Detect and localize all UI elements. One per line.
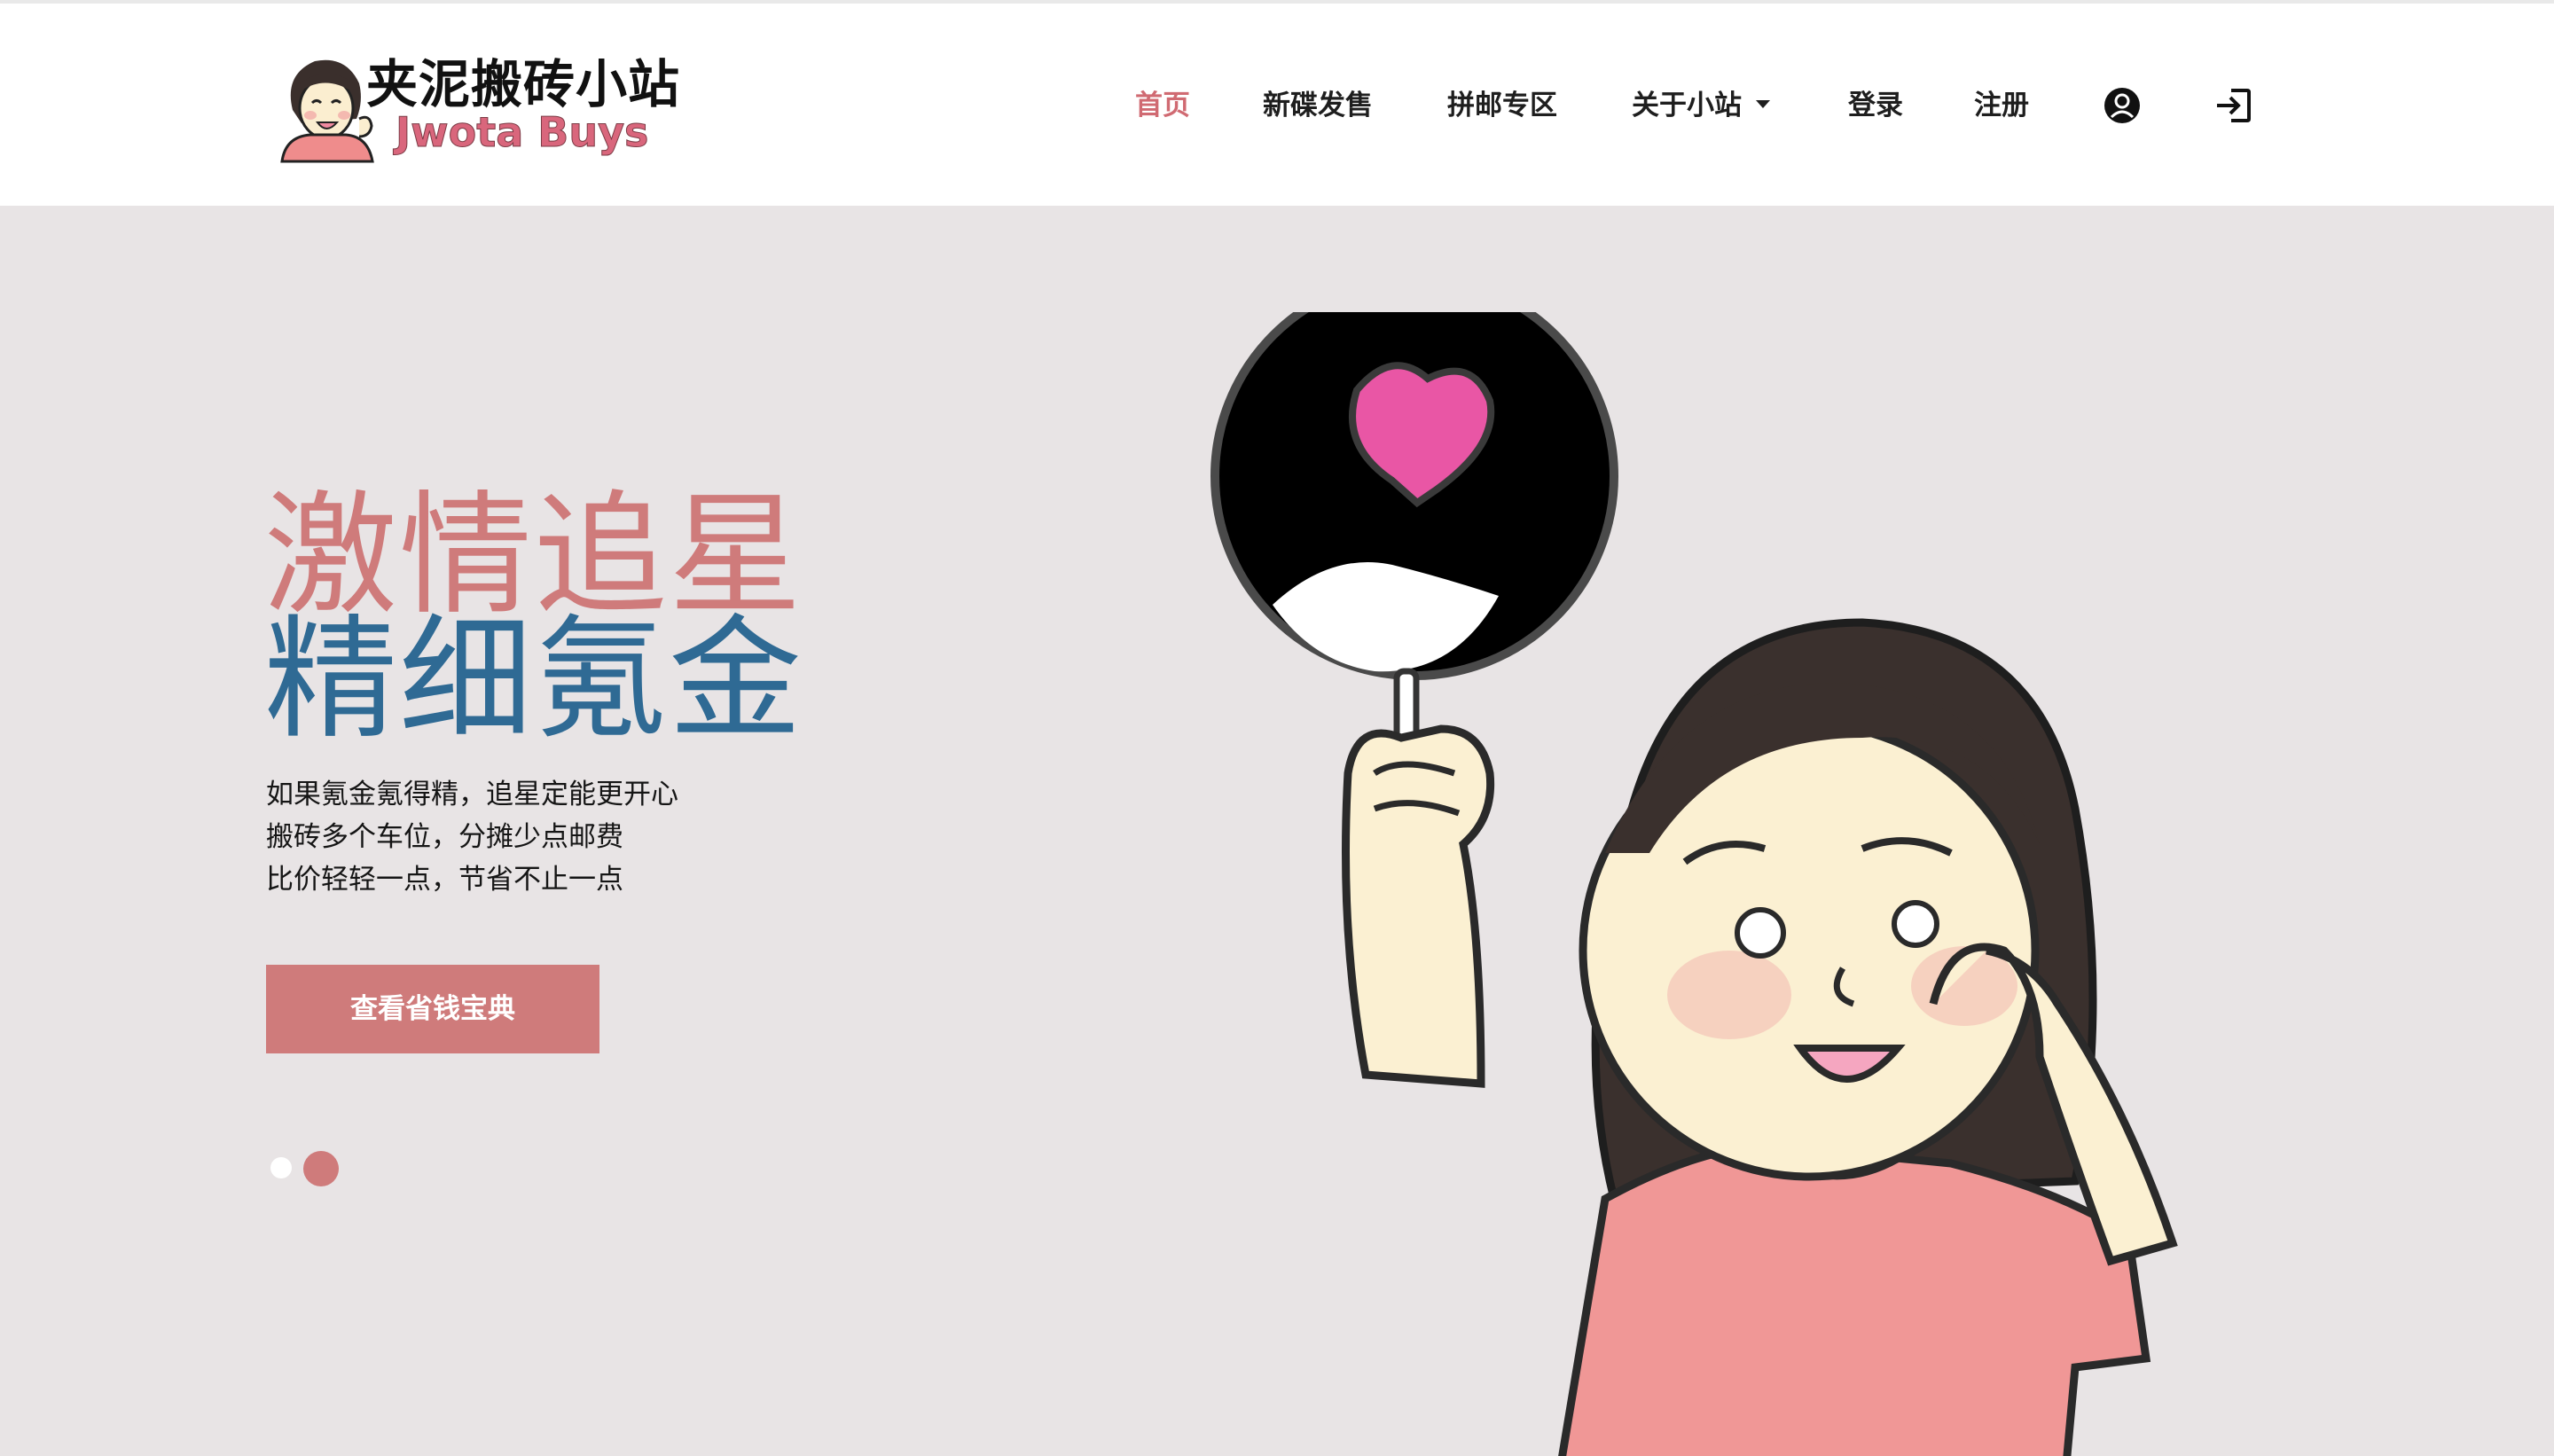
hero-banner: 激情追星 精细氪金 如果氪金氪得精，追星定能更开心 搬砖多个车位，分摊少点邮费 … bbox=[0, 206, 2554, 1456]
hero-illustration-girl-with-fan bbox=[1210, 312, 2178, 1456]
hero-headline-line2: 精细氪金 bbox=[264, 603, 804, 757]
sign-in-icon[interactable] bbox=[2212, 83, 2256, 128]
chevron-down-icon bbox=[1756, 100, 1770, 108]
carousel-dot-1[interactable] bbox=[270, 1157, 292, 1178]
hero-subtext-line: 如果氪金氪得精，追星定能更开心 bbox=[266, 779, 678, 810]
nav-home[interactable]: 首页 bbox=[1135, 83, 1190, 128]
hero-subtext: 如果氪金氪得精，追星定能更开心 搬砖多个车位，分摊少点邮费 比价轻轻一点，节省不… bbox=[266, 773, 678, 901]
nav-register[interactable]: 注册 bbox=[1974, 83, 2029, 128]
savings-guide-button[interactable]: 查看省钱宝典 bbox=[266, 965, 599, 1053]
hero-subtext-line: 比价轻轻一点，节省不止一点 bbox=[266, 864, 623, 896]
nav-group-shipping[interactable]: 拼邮专区 bbox=[1447, 83, 1557, 128]
hero-subtext-line: 搬砖多个车位，分摊少点邮费 bbox=[266, 821, 623, 853]
main-nav: 首页 新碟发售 拼邮专区 关于小站 登录 注册 bbox=[0, 4, 2554, 206]
nav-about[interactable]: 关于小站 bbox=[1632, 83, 1770, 128]
carousel-dot-2-active[interactable] bbox=[303, 1151, 339, 1186]
nav-about-label: 关于小站 bbox=[1632, 90, 1742, 121]
nav-login[interactable]: 登录 bbox=[1848, 83, 1903, 128]
nav-new-releases[interactable]: 新碟发售 bbox=[1263, 83, 1373, 128]
user-circle-icon[interactable] bbox=[2100, 83, 2144, 128]
